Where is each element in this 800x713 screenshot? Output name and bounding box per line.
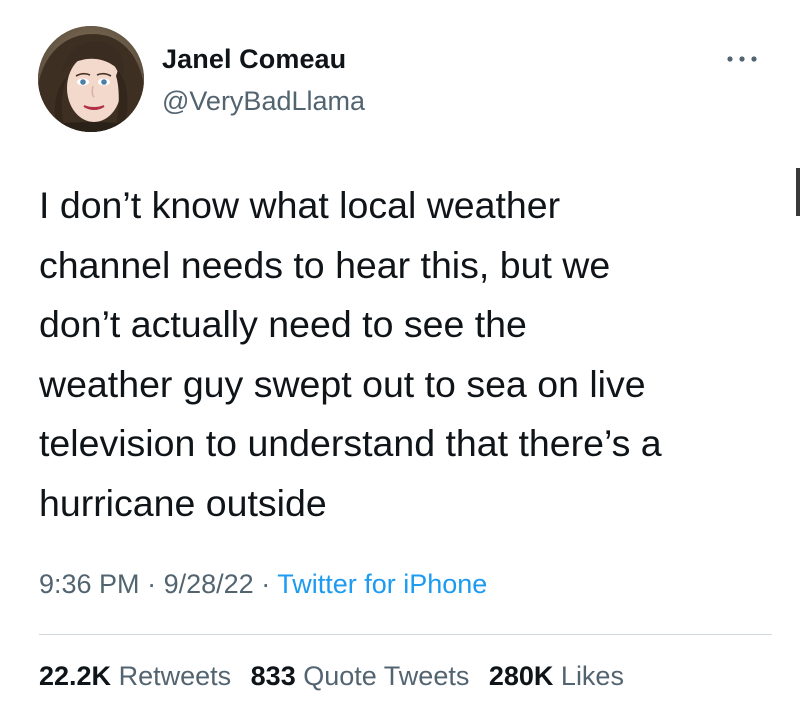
- tweet-card: Janel Comeau @VeryBadLlama I don’t know …: [0, 0, 800, 713]
- tweet-text-line: hurricane outside: [39, 481, 327, 524]
- tweet-time[interactable]: 9:36 PM: [39, 569, 140, 599]
- likes-label: Likes: [560, 661, 624, 691]
- tweet-text-line: I don’t know what local weather: [39, 184, 561, 226]
- likes-stat[interactable]: 280K Likes: [489, 661, 624, 691]
- tweet-text-line: don’t actually need to see the: [39, 303, 527, 345]
- tweet-text-line: channel needs to hear this, but we: [39, 243, 611, 286]
- retweets-stat[interactable]: 22.2K Retweets: [39, 661, 231, 691]
- quote-tweets-stat[interactable]: 833 Quote Tweets: [251, 661, 470, 691]
- meta-separator: ·: [261, 569, 271, 599]
- tweet-meta: 9:36 PM · 9/28/22 · Twitter for iPhone: [39, 569, 487, 600]
- tweet-text-line: television to understand that there’s a: [39, 422, 662, 464]
- retweets-label: Retweets: [118, 661, 232, 691]
- tweet-date[interactable]: 9/28/22: [164, 569, 254, 599]
- more-horizontal-icon: [727, 56, 757, 62]
- avatar-photo: [38, 26, 144, 132]
- tweet-text-line: weather guy swept out to sea on live: [39, 362, 646, 405]
- author-display-name[interactable]: Janel Comeau: [162, 44, 346, 75]
- quote-tweets-count: 833: [250, 661, 296, 691]
- meta-separator: ·: [147, 569, 157, 599]
- likes-count: 280K: [488, 661, 554, 691]
- tweet-text: I don’t know what local weather channel …: [39, 176, 779, 533]
- more-options-button[interactable]: [722, 48, 762, 70]
- tweet-stats: 22.2K Retweets 833 Quote Tweets 280K Lik…: [39, 661, 636, 692]
- avatar[interactable]: [38, 26, 144, 132]
- tweet-source-link[interactable]: Twitter for iPhone: [277, 569, 487, 599]
- quote-tweets-label: Quote Tweets: [303, 661, 470, 691]
- retweets-count: 22.2K: [39, 661, 112, 691]
- author-handle[interactable]: @VeryBadLlama: [162, 86, 365, 117]
- divider: [39, 634, 772, 635]
- scrollbar[interactable]: [796, 168, 800, 216]
